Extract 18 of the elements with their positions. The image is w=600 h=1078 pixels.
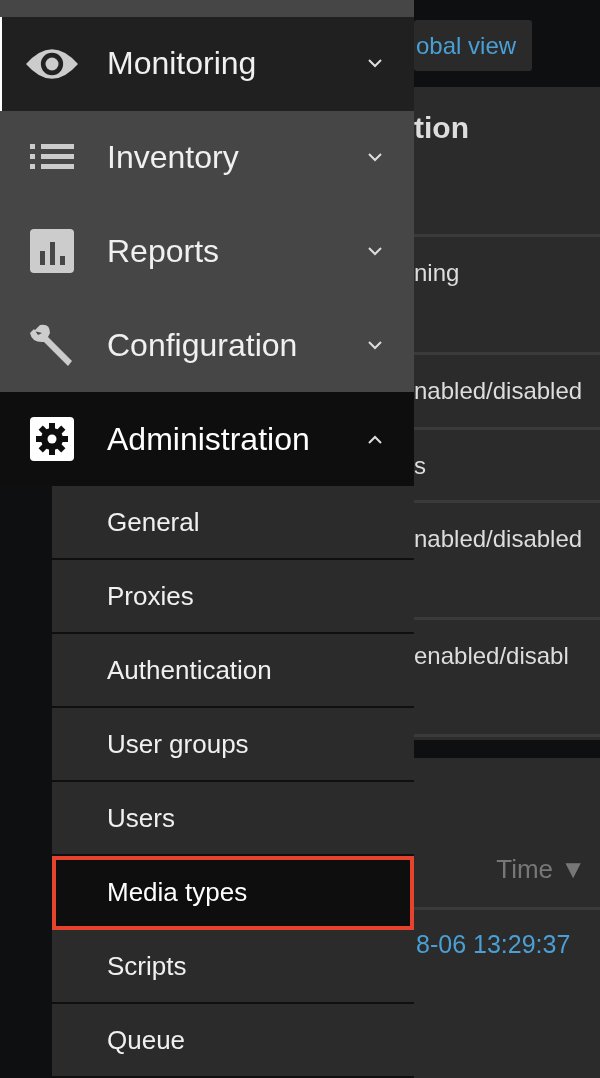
global-view-button[interactable]: obal view	[414, 20, 533, 71]
submenu-item[interactable]: Media types	[52, 856, 414, 930]
row-text: nabled/disabled	[414, 377, 583, 404]
chevron-down-icon	[368, 340, 382, 350]
row-text: s	[414, 452, 426, 479]
row-text: nabled/disabled	[414, 525, 583, 552]
menu-item[interactable]: Monitoring	[0, 16, 414, 111]
menu-item[interactable]: Configuration	[0, 298, 414, 393]
chevron-down-icon	[368, 152, 382, 162]
panel-title: tion	[414, 111, 469, 144]
menu-item[interactable]: Reports	[0, 204, 414, 299]
chevron-up-icon	[368, 434, 382, 444]
time-link[interactable]: 8-06 13:29:37	[416, 930, 571, 958]
menu-item[interactable]: Inventory	[0, 110, 414, 205]
chevron-down-icon	[368, 59, 382, 69]
row-text: ning	[414, 259, 460, 286]
chevron-down-icon	[368, 246, 382, 256]
row-text: enabled/disabl	[414, 642, 569, 669]
